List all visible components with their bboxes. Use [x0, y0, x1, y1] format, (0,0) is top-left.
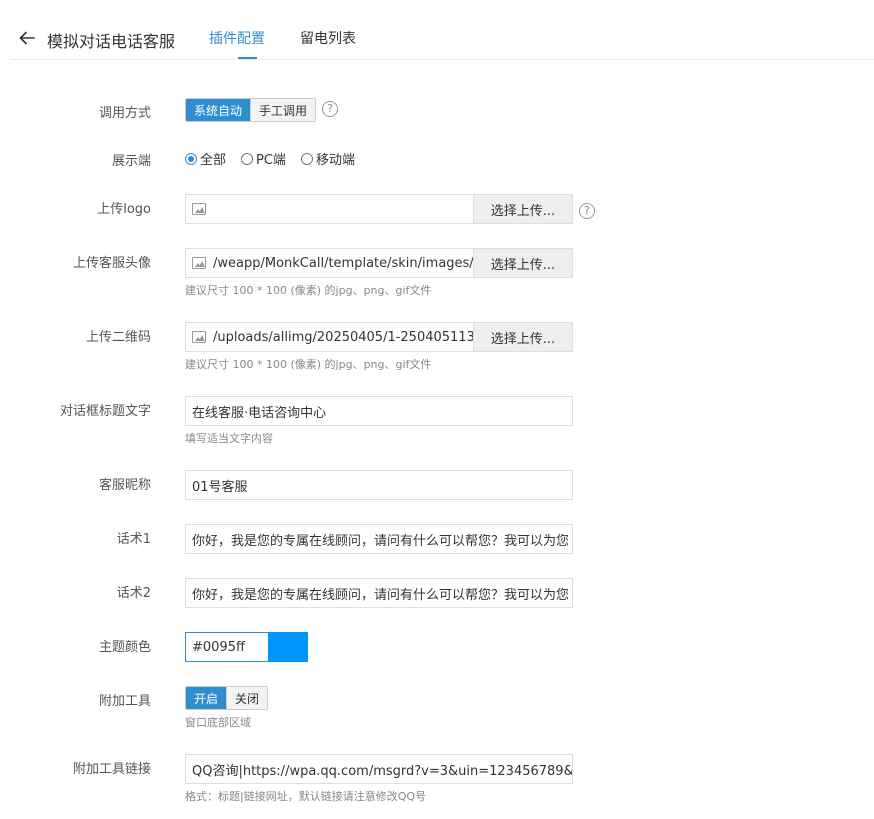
page-header: 模拟对话电话客服 插件配置 留电列表	[10, 0, 874, 60]
avatar-label: 上传客服头像	[72, 256, 151, 271]
nickname-label: 客服昵称	[98, 478, 151, 493]
qrcode-path-value: /uploads/allimg/20250405/1-2504051135	[213, 329, 473, 345]
logo-label: 上传logo	[97, 202, 151, 217]
dialog-title-hint: 填写适当文字内容	[185, 432, 273, 445]
tab-plugin-config[interactable]: 插件配置	[209, 28, 265, 48]
qrcode-upload-button[interactable]: 选择上传...	[473, 323, 572, 351]
display-pc-label: PC端	[256, 153, 286, 168]
display-pc-radio[interactable]: PC端	[241, 149, 286, 168]
display-radio-group: 全部 PC端 移动端	[185, 149, 370, 169]
avatar-path-field[interactable]: /weapp/MonkCall/template/skin/images/l	[186, 249, 473, 277]
qrcode-label: 上传二维码	[85, 330, 151, 345]
logo-path-field[interactable]	[186, 195, 473, 223]
display-all-radio[interactable]: 全部	[185, 149, 226, 168]
call-mode-help-icon[interactable]: ?	[322, 101, 338, 117]
dialog-title-input[interactable]: 在线客服·电话咨询中心	[185, 396, 573, 426]
script1-input[interactable]: 你好，我是您的专属在线顾问，请问有什么可以帮您？我可以为您	[185, 524, 573, 554]
avatar-upload: /weapp/MonkCall/template/skin/images/l 选…	[185, 248, 573, 278]
extra-tools-off-option[interactable]: 关闭	[226, 687, 268, 709]
qrcode-upload: /uploads/allimg/20250405/1-2504051135 选择…	[185, 322, 573, 352]
radio-unchecked-icon	[241, 152, 254, 165]
page-title: 模拟对话电话客服	[47, 32, 176, 51]
avatar-hint: 建议尺寸 100 * 100 (像素) 的jpg、png、gif文件	[185, 284, 432, 297]
qrcode-path-field[interactable]: /uploads/allimg/20250405/1-2504051135	[186, 323, 473, 351]
extra-tools-on-option[interactable]: 开启	[186, 687, 227, 709]
image-icon	[192, 331, 206, 343]
radio-checked-icon	[185, 152, 197, 165]
theme-color-swatch[interactable]	[268, 632, 308, 662]
active-tab-indicator	[238, 57, 257, 59]
image-icon	[192, 257, 206, 269]
tab-call-list[interactable]: 留电列表	[300, 28, 356, 48]
extra-link-input[interactable]: QQ咨询|https://wpa.qq.com/msgrd?v=3&uin=12…	[185, 754, 573, 784]
avatar-upload-button[interactable]: 选择上传...	[473, 249, 572, 277]
nickname-input[interactable]: 01号客服	[185, 470, 573, 500]
logo-help-icon[interactable]: ?	[579, 203, 595, 219]
theme-color-input[interactable]: #0095ff	[185, 632, 269, 662]
display-all-label: 全部	[200, 153, 227, 168]
avatar-path-value: /weapp/MonkCall/template/skin/images/l	[213, 255, 473, 271]
script1-label: 话术1	[116, 532, 151, 547]
display-label: 展示端	[111, 154, 151, 169]
extra-tools-label: 附加工具	[98, 694, 151, 709]
call-mode-toggle: 系统自动 手工调用	[185, 98, 317, 122]
script2-label: 话术2	[116, 586, 151, 601]
logo-upload: 选择上传...	[185, 194, 573, 224]
dialog-title-label: 对话框标题文字	[59, 404, 151, 419]
extra-tools-toggle: 开启 关闭	[185, 686, 269, 710]
extra-link-hint: 格式：标题|链接网址，默认链接请注意修改QQ号	[185, 790, 427, 803]
call-mode-manual-option[interactable]: 手工调用	[250, 99, 316, 121]
logo-upload-button[interactable]: 选择上传...	[473, 195, 572, 223]
display-mobile-radio[interactable]: 移动端	[300, 149, 355, 168]
image-icon	[192, 203, 206, 215]
call-mode-auto-option[interactable]: 系统自动	[186, 99, 251, 121]
display-mobile-label: 移动端	[315, 153, 355, 168]
qrcode-hint: 建议尺寸 100 * 100 (像素) 的jpg、png、gif文件	[185, 358, 432, 371]
extra-tools-hint: 窗口底部区域	[185, 716, 251, 729]
back-arrow-icon[interactable]	[18, 29, 36, 47]
call-mode-label: 调用方式	[98, 106, 151, 121]
theme-color-label: 主题颜色	[98, 640, 151, 655]
script2-input[interactable]: 你好，我是您的专属在线顾问，请问有什么可以帮您？我可以为您	[185, 578, 573, 608]
extra-link-label: 附加工具链接	[72, 762, 151, 777]
radio-unchecked-icon	[300, 152, 313, 165]
